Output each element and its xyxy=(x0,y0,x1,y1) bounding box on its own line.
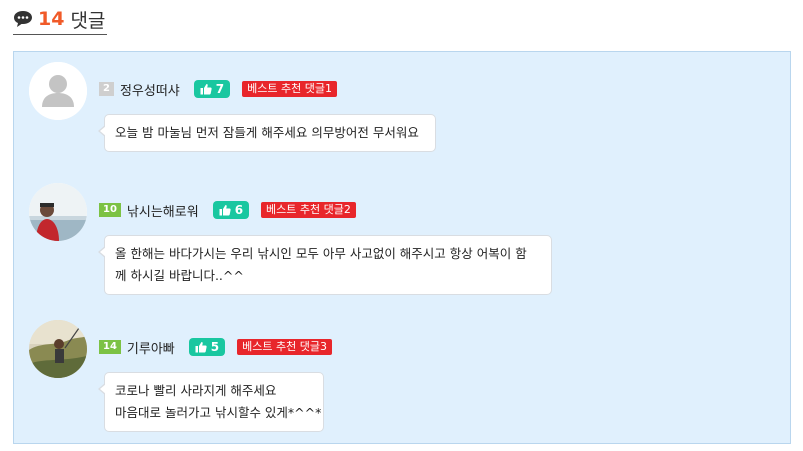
best-badge: 베스트 추천 댓글3 xyxy=(237,339,332,355)
like-count: 6 xyxy=(234,203,244,217)
comments-title: 댓글 xyxy=(70,9,106,32)
comment-bubble: 올 한해는 바다가시는 우리 낚시인 모두 아무 사고없이 해주시고 항상 어복… xyxy=(98,235,552,295)
like-count: 5 xyxy=(210,340,220,354)
comment-bubble: 코로나 빨리 사라지게 해주세요 마음대로 놀러가고 낚시할수 있게*^^* xyxy=(98,372,324,432)
comment-text-line: 께 하시길 바랍니다..^^ xyxy=(115,268,244,283)
level-badge: 10 xyxy=(99,203,121,217)
user-photo-icon xyxy=(29,320,87,378)
comment-meta: 14 기루아빠 5 베스트 추천 댓글3 xyxy=(99,337,332,357)
user-photo-icon xyxy=(29,183,87,241)
comment-text-line: 오늘 밤 마눌님 먼저 잠들게 해주세요 의무방어전 무서워요 xyxy=(115,125,419,140)
comment-text-line: 코로나 빨리 사라지게 해주세요 xyxy=(115,383,277,398)
comments-header: 14 댓글 xyxy=(13,4,108,35)
comment-meta: 2 정우성떠샤 7 베스트 추천 댓글1 xyxy=(99,79,337,99)
avatar-photo[interactable] xyxy=(29,183,87,241)
comment-count: 14 xyxy=(38,8,65,30)
like-button[interactable]: 6 xyxy=(212,201,250,219)
speech-bubble-icon xyxy=(14,11,32,27)
thumbs-up-icon xyxy=(195,342,207,353)
default-user-icon xyxy=(29,62,87,120)
thumbs-up-icon xyxy=(219,205,231,216)
nickname[interactable]: 기루아빠 xyxy=(127,338,175,357)
best-comments-panel: 2 정우성떠샤 7 베스트 추천 댓글1 오늘 밤 마눌님 먼저 잠들게 해주세… xyxy=(13,51,791,444)
avatar-default[interactable] xyxy=(29,62,87,120)
comment-bubble: 오늘 밤 마눌님 먼저 잠들게 해주세요 의무방어전 무서워요 xyxy=(98,114,436,152)
nickname[interactable]: 정우성떠샤 xyxy=(120,80,180,99)
comment-text-line: 마음대로 놀러가고 낚시할수 있게*^^* xyxy=(115,405,322,420)
nickname[interactable]: 낚시는해로워 xyxy=(127,201,199,220)
comment-meta: 10 낚시는해로워 6 베스트 추천 댓글2 xyxy=(99,200,356,220)
like-count: 7 xyxy=(215,82,225,96)
level-badge: 14 xyxy=(99,340,121,354)
like-button[interactable]: 5 xyxy=(188,338,226,356)
best-badge: 베스트 추천 댓글1 xyxy=(242,81,337,97)
like-button[interactable]: 7 xyxy=(193,80,231,98)
comment-text-line: 올 한해는 바다가시는 우리 낚시인 모두 아무 사고없이 해주시고 항상 어복… xyxy=(115,246,527,261)
avatar-photo[interactable] xyxy=(29,320,87,378)
thumbs-up-icon xyxy=(200,84,212,95)
level-badge: 2 xyxy=(99,82,114,96)
best-badge: 베스트 추천 댓글2 xyxy=(261,202,356,218)
